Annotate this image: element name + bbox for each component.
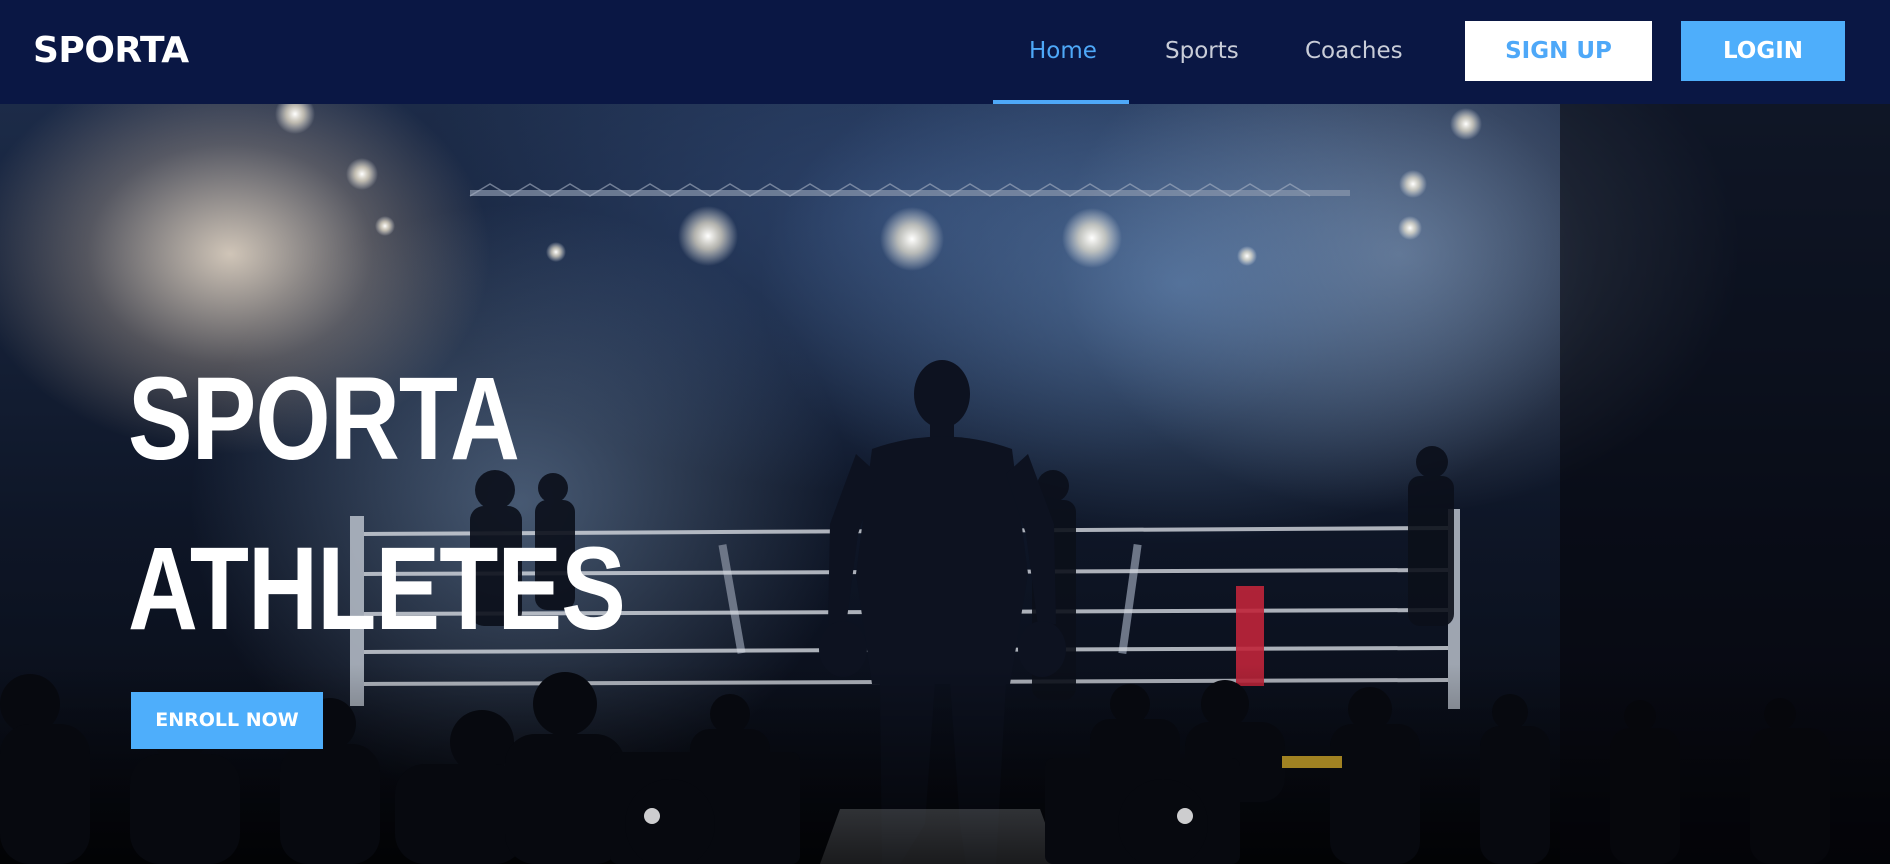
- brand-logo[interactable]: SPORTA: [33, 30, 189, 71]
- hero-title-line2: ATHLETES: [128, 523, 626, 655]
- nav-home[interactable]: Home: [1029, 38, 1097, 64]
- lighting-truss: [470, 190, 1350, 196]
- nav-coaches[interactable]: Coaches: [1305, 38, 1403, 64]
- signup-button[interactable]: SIGN UP: [1465, 21, 1652, 81]
- hero-title-line1: SPORTA: [128, 353, 520, 485]
- hero-banner: SPORTA ATHLETES ENROLL NOW: [0, 104, 1890, 864]
- hero-title: SPORTA ATHLETES: [128, 334, 626, 674]
- login-button[interactable]: LOGIN: [1681, 21, 1845, 81]
- top-navbar: SPORTA Home Sports Coaches SIGN UP LOGIN: [0, 0, 1890, 104]
- enroll-now-button[interactable]: ENROLL NOW: [131, 692, 323, 749]
- nav-sports[interactable]: Sports: [1165, 38, 1239, 64]
